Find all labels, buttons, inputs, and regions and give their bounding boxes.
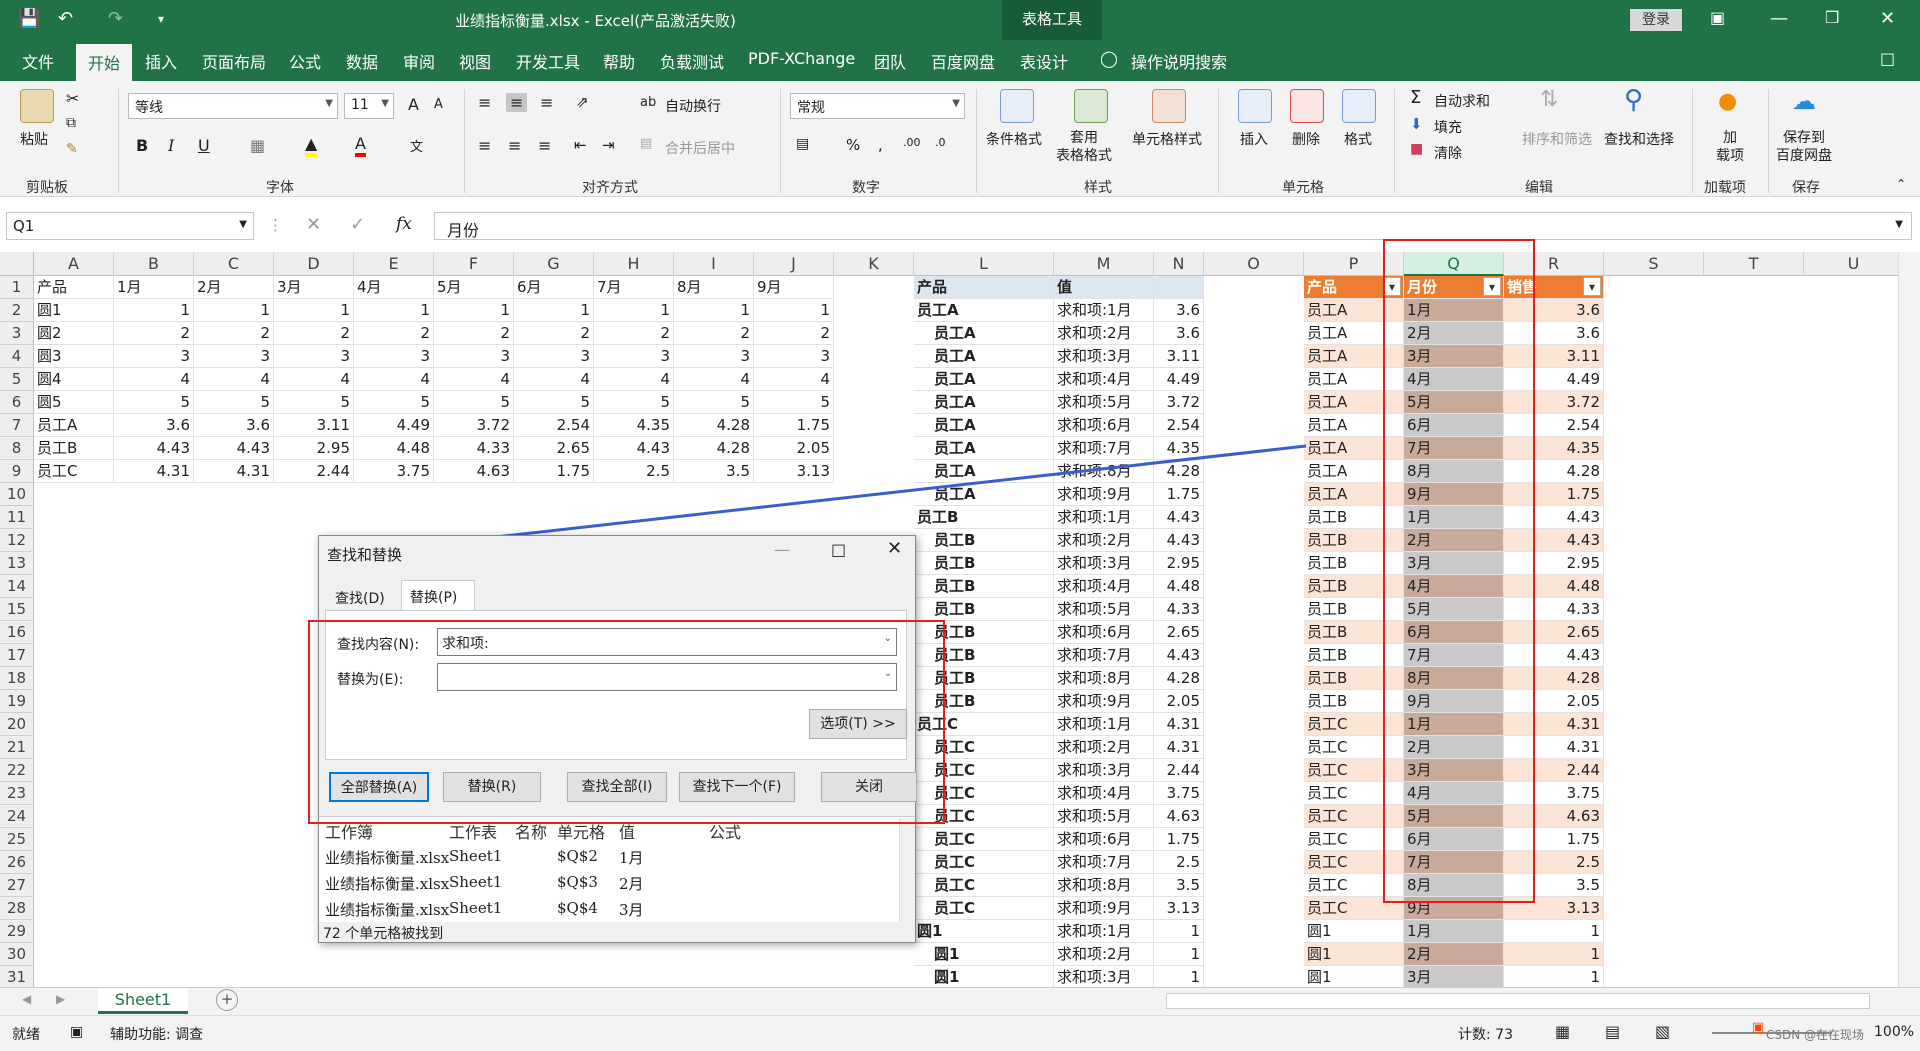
add-sheet-button[interactable]: + [216,989,238,1011]
results-cell[interactable]: Sheet1 [449,873,502,891]
results-list[interactable]: 工作簿 工作表 名称 单元格值公式 业绩指标衡量.xlsx Sheet1 $Q$2 1月 业绩指… [319,816,915,922]
results-cell[interactable]: 业绩指标衡量.xlsx [325,873,449,894]
tab-replace[interactable]: 替换(P) [401,580,475,611]
watermark-text: CSDN @在在现场 [1766,1028,1865,1042]
maximize-icon[interactable]: □ [831,540,846,559]
annotation-arrow [418,444,1307,552]
results-cell[interactable]: 3月 [619,899,644,920]
close-dialog-icon[interactable]: ✕ [887,538,902,559]
zoom-level[interactable]: 100% [1874,1024,1914,1040]
scroll-left-icon[interactable]: ◀ [22,992,31,1006]
arrow-line [424,444,1307,547]
results-cell[interactable]: $Q$3 [557,873,598,891]
sheet-tab-sheet1[interactable]: Sheet1 [98,988,188,1014]
results-cell[interactable]: 1月 [619,847,644,868]
sheet-tab-bar: ◀ ▶ Sheet1 + [0,987,1920,1015]
normal-view-icon[interactable]: ▦ [1555,1022,1570,1041]
results-cell[interactable]: 2月 [619,873,644,894]
accessibility-status[interactable]: 辅助功能: 调查 [110,1024,203,1044]
minimize-icon: — [774,540,790,559]
count-status: 计数: 73 [1458,1027,1513,1043]
csdn-logo-icon: ▣ [1752,1020,1765,1035]
results-cell[interactable]: Sheet1 [449,847,502,865]
horizontal-scrollbar[interactable] [1166,993,1870,1009]
results-cell[interactable]: $Q$4 [557,899,598,917]
results-status: 72 个单元格被找到 [323,926,444,942]
results-cell[interactable]: 业绩指标衡量.xlsx [325,847,449,868]
status-bar: 就绪 ▣ 辅助功能: 调查 计数: 73 ▦ ▤ ▧ ▣ CSDN @在在现场 … [0,1015,1920,1051]
page-layout-view-icon[interactable]: ▤ [1605,1022,1620,1041]
macro-record-icon[interactable]: ▣ [70,1024,83,1040]
scroll-right-icon[interactable]: ▶ [56,992,65,1006]
page-break-view-icon[interactable]: ▧ [1655,1022,1670,1041]
results-cell[interactable]: 业绩指标衡量.xlsx [325,899,449,920]
tab-find[interactable]: 查找(D) [327,582,402,610]
results-scrollbar[interactable] [899,818,915,922]
dialog-title: 查找和替换 [327,546,403,564]
results-cell[interactable]: Sheet1 [449,899,502,917]
dialog-highlight [308,620,945,824]
ready-status: 就绪 [12,1027,40,1043]
results-cell[interactable]: $Q$2 [557,847,598,865]
